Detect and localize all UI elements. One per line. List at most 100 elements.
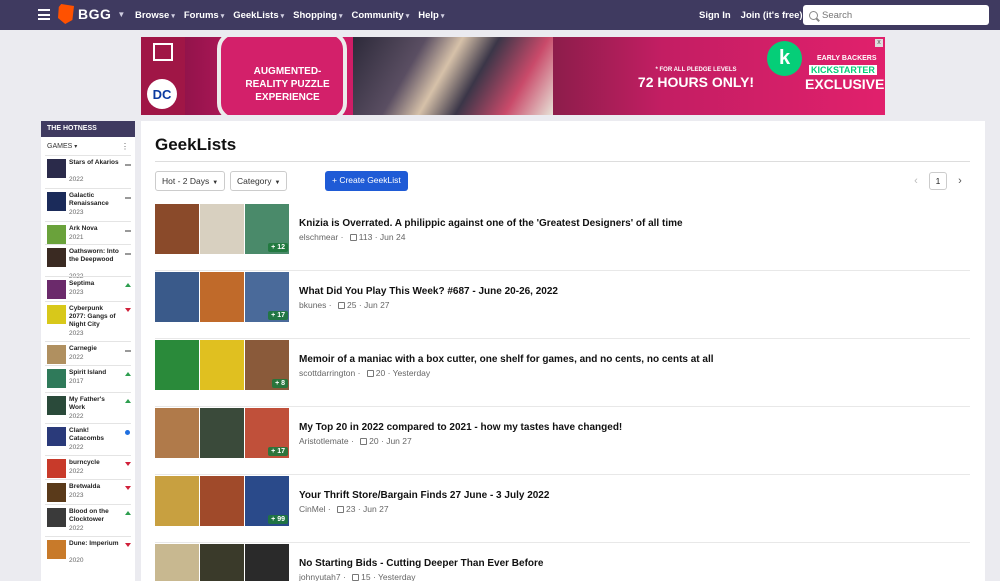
more-items-badge[interactable]: + 17 <box>268 447 288 456</box>
geeklist-thumbnails[interactable]: + 12 <box>155 204 290 254</box>
game-box-image[interactable] <box>200 476 244 526</box>
hotness-item[interactable]: Blood on the Clocktower 2022 <box>45 504 131 536</box>
game-box-image[interactable] <box>155 544 199 581</box>
game-thumbnail[interactable] <box>47 427 66 446</box>
geeklist-title[interactable]: My Top 20 in 2022 compared to 2021 - how… <box>299 422 622 433</box>
game-thumbnail[interactable] <box>47 248 66 267</box>
geeklist-title[interactable]: Your Thrift Store/Bargain Finds 27 June … <box>299 490 549 501</box>
more-items-badge[interactable]: + 12 <box>268 243 288 252</box>
prev-page-icon[interactable]: ‹ <box>909 175 923 187</box>
game-thumbnail[interactable] <box>47 280 66 299</box>
game-box-image[interactable] <box>155 476 199 526</box>
menu-geeklists[interactable]: GeekLists ▾ <box>233 10 284 21</box>
geeklist-author[interactable]: johnyutah7 <box>299 572 341 581</box>
game-box-image[interactable] <box>155 408 199 458</box>
hotness-item[interactable]: Spirit Island 2017 <box>45 365 131 392</box>
geeklist-thumbnails[interactable]: + 8 <box>155 340 290 390</box>
geeklist-thumbnails[interactable]: + 17 <box>155 408 290 458</box>
game-thumbnail[interactable] <box>47 483 66 502</box>
game-name[interactable]: Blood on the Clocktower <box>69 508 121 524</box>
hotness-item[interactable]: Galactic Renaissance 2023 <box>45 188 131 221</box>
game-name[interactable]: Clank! Catacombs <box>69 427 121 443</box>
game-thumbnail[interactable] <box>47 508 66 527</box>
game-name[interactable]: Bretwalda <box>69 483 121 491</box>
hotness-item[interactable]: Septima 2023 <box>45 276 131 301</box>
category-dropdown[interactable]: Category ▼ <box>230 171 288 191</box>
game-box-image[interactable] <box>245 544 289 581</box>
geeklist-title[interactable]: What Did You Play This Week? #687 - June… <box>299 286 558 297</box>
game-name[interactable]: burncycle <box>69 459 121 467</box>
game-name[interactable]: Cyberpunk 2077: Gangs of Night City <box>69 305 121 329</box>
ad-close-icon[interactable]: x <box>875 39 883 47</box>
menu-shopping[interactable]: Shopping ▾ <box>293 10 342 21</box>
hotness-item[interactable]: Dune: Imperium 2020 <box>45 536 131 566</box>
game-name[interactable]: My Father's Work <box>69 396 121 412</box>
search-input[interactable] <box>822 9 972 21</box>
hamburger-menu-icon[interactable] <box>38 9 50 20</box>
hotness-item[interactable]: Carnegie 2022 <box>45 341 131 365</box>
geeklist-row[interactable]: + 8 Memoir of a maniac with a box cutter,… <box>155 340 970 407</box>
more-items-badge[interactable]: + 17 <box>268 311 288 320</box>
game-name[interactable]: Oathsworn: Into the Deepwood <box>69 248 121 264</box>
game-thumbnail[interactable] <box>47 159 66 178</box>
game-name[interactable]: Dune: Imperium <box>69 540 121 548</box>
sort-dropdown[interactable]: Hot - 2 Days ▼ <box>155 171 226 191</box>
next-page-icon[interactable]: › <box>953 175 967 187</box>
menu-forums[interactable]: Forums ▾ <box>184 10 224 21</box>
geeklist-row[interactable]: No Starting Bids - Cutting Deeper Than E… <box>155 544 970 581</box>
hotness-item[interactable]: My Father's Work 2022 <box>45 392 131 423</box>
geeklist-author[interactable]: elschmear <box>299 232 338 242</box>
game-box-image[interactable] <box>200 272 244 322</box>
geeklist-author[interactable]: CinMel <box>299 504 325 514</box>
game-thumbnail[interactable] <box>47 459 66 478</box>
game-name[interactable]: Stars of Akarios <box>69 159 121 167</box>
hotness-item[interactable]: Ark Nova 2021 <box>45 221 131 244</box>
join-link[interactable]: Join (it's free)! <box>741 10 806 21</box>
game-thumbnail[interactable] <box>47 345 66 364</box>
menu-browse[interactable]: Browse ▾ <box>135 10 175 21</box>
bgg-logo[interactable]: BGG ▼ <box>58 4 125 24</box>
game-name[interactable]: Spirit Island <box>69 369 121 377</box>
game-box-image[interactable] <box>155 204 199 254</box>
more-options-icon[interactable]: ⋮ <box>121 142 129 151</box>
game-thumbnail[interactable] <box>47 369 66 388</box>
geeklist-title[interactable]: Knizia is Overrated. A philippic against… <box>299 218 683 229</box>
geeklist-thumbnails[interactable]: + 99 <box>155 476 290 526</box>
games-dropdown[interactable]: GAMES ▾ ⋮ <box>41 137 135 155</box>
page-number[interactable]: 1 <box>929 172 947 190</box>
game-box-image[interactable] <box>200 204 244 254</box>
geeklist-thumbnails[interactable] <box>155 544 290 581</box>
menu-community[interactable]: Community ▾ <box>351 10 409 21</box>
sign-in-link[interactable]: Sign In <box>699 10 731 21</box>
game-box-image[interactable] <box>200 544 244 581</box>
banner-ad[interactable]: DC AUGMENTED-REALITY PUZZLE EXPERIENCE *… <box>141 37 885 115</box>
geeklist-row[interactable]: + 17 What Did You Play This Week? #687 - … <box>155 272 970 339</box>
hotness-item[interactable]: Oathsworn: Into the Deepwood 2022 <box>45 244 131 280</box>
hotness-item[interactable]: Bretwalda 2023 <box>45 479 131 504</box>
geeklist-title[interactable]: Memoir of a maniac with a box cutter, on… <box>299 354 714 365</box>
game-box-image[interactable] <box>200 408 244 458</box>
game-thumbnail[interactable] <box>47 396 66 415</box>
game-thumbnail[interactable] <box>47 540 66 559</box>
geeklist-author[interactable]: scottdarrington <box>299 368 355 378</box>
create-geeklist-button[interactable]: + Create GeekList <box>325 171 408 191</box>
hotness-item[interactable]: burncycle 2022 <box>45 455 131 479</box>
game-name[interactable]: Septima <box>69 280 121 288</box>
hotness-item[interactable]: Cyberpunk 2077: Gangs of Night City 2023 <box>45 301 131 341</box>
game-thumbnail[interactable] <box>47 305 66 324</box>
geeklist-title[interactable]: No Starting Bids - Cutting Deeper Than E… <box>299 558 543 569</box>
game-box-image[interactable] <box>155 340 199 390</box>
geeklist-row[interactable]: + 12 Knizia is Overrated. A philippic aga… <box>155 204 970 271</box>
game-box-image[interactable] <box>200 340 244 390</box>
menu-help[interactable]: Help ▾ <box>418 10 444 21</box>
more-items-badge[interactable]: + 8 <box>272 379 288 388</box>
game-name[interactable]: Carnegie <box>69 345 121 353</box>
game-thumbnail[interactable] <box>47 225 66 244</box>
game-name[interactable]: Galactic Renaissance <box>69 192 121 208</box>
chevron-down-icon[interactable]: ▼ <box>117 10 125 19</box>
geeklist-author[interactable]: bkunes <box>299 300 326 310</box>
search-box[interactable] <box>803 5 989 25</box>
hotness-item[interactable]: Clank! Catacombs 2022 <box>45 423 131 455</box>
geeklist-row[interactable]: + 17 My Top 20 in 2022 compared to 2021 -… <box>155 408 970 475</box>
more-items-badge[interactable]: + 99 <box>268 515 288 524</box>
